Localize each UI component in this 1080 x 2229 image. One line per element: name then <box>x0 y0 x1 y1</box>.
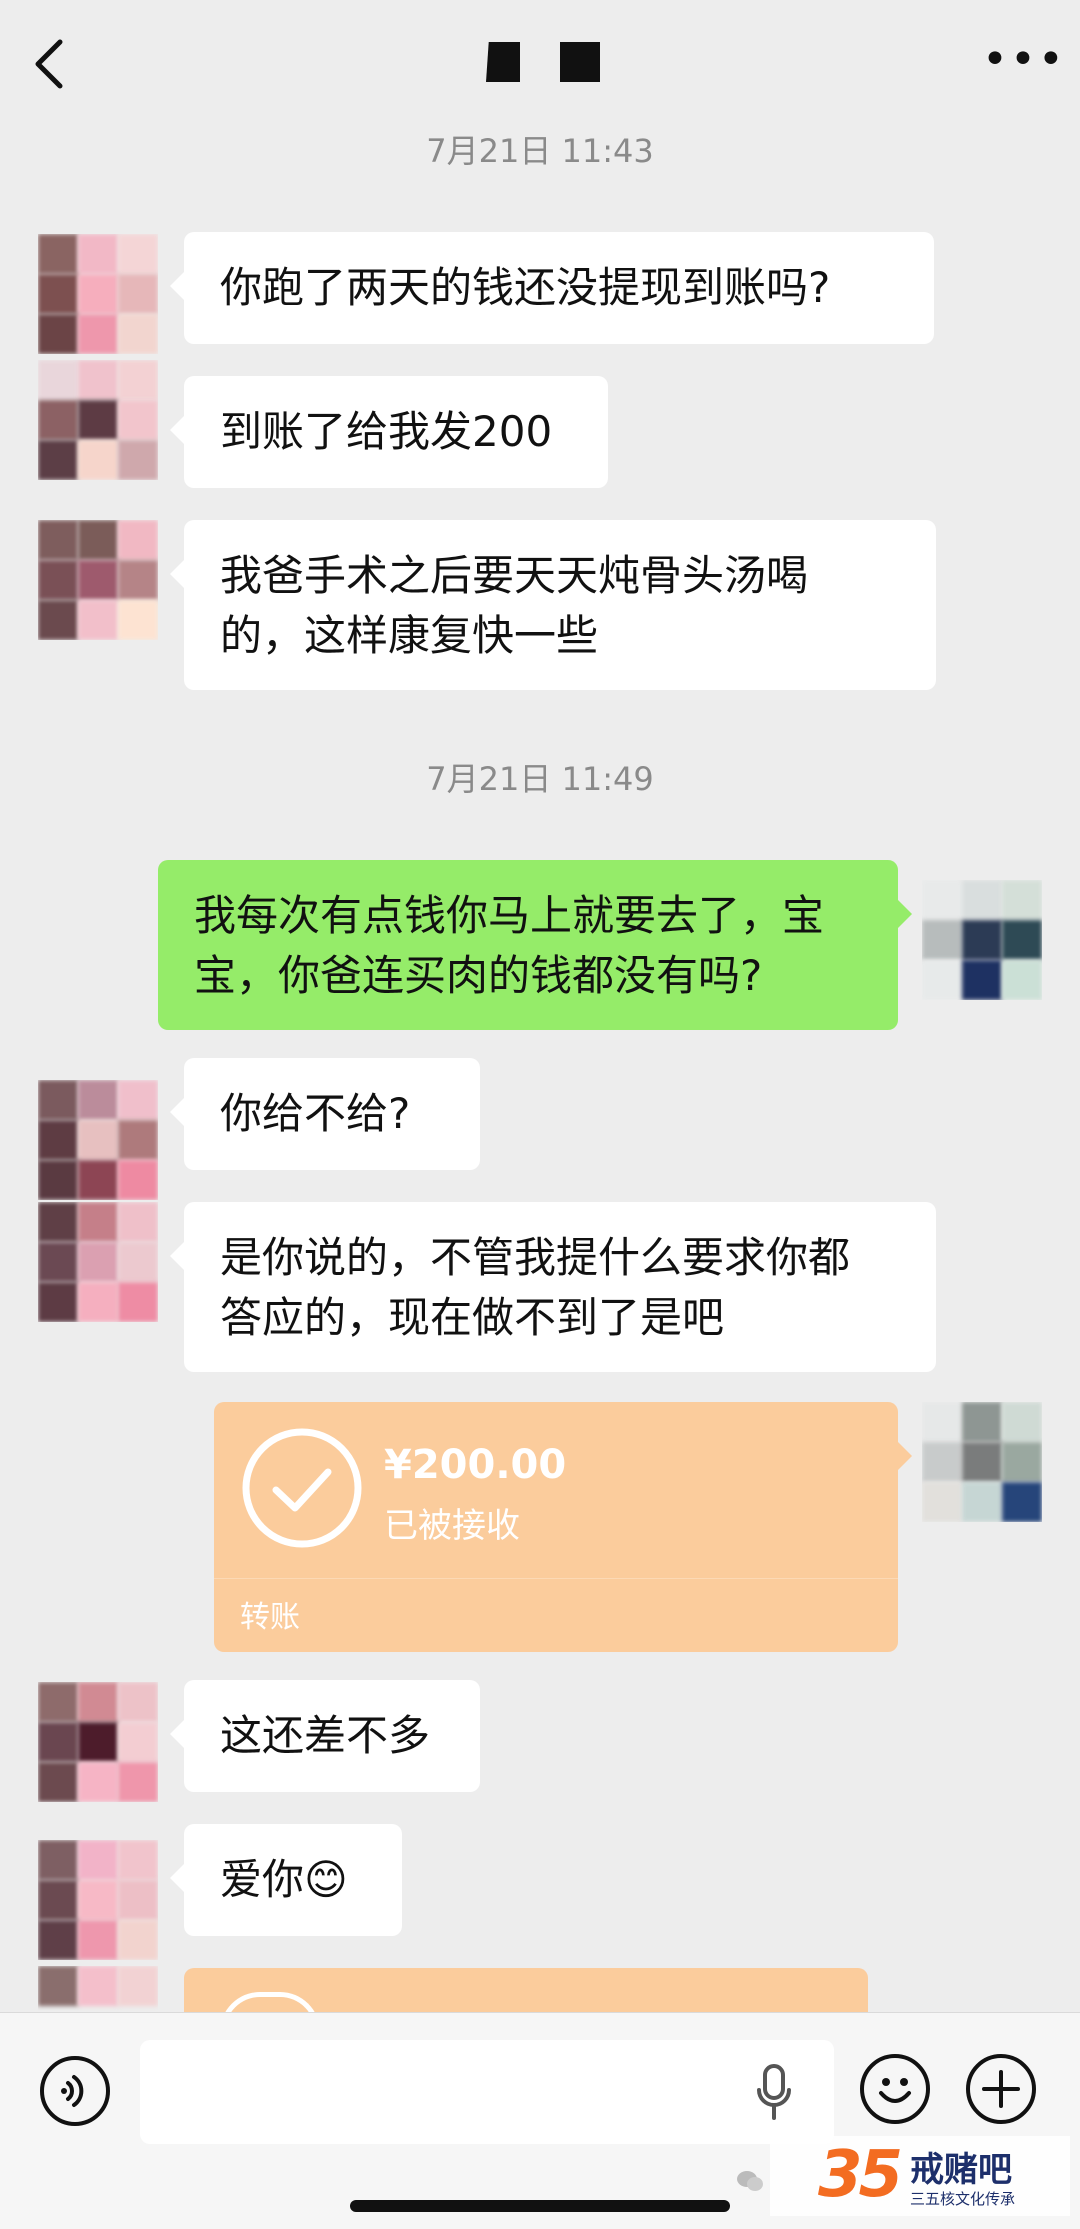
watermark-brand: 戒赌吧 <box>910 2150 1012 2190</box>
received-message[interactable]: 这还差不多 <box>170 1680 480 1792</box>
timestamp: 7月21日 11:43 <box>426 132 654 170</box>
contact-avatar[interactable] <box>38 1966 158 2012</box>
message-text: 你跑了两天的钱还没提现到账吗? <box>220 263 831 312</box>
timestamp: 7月21日 11:49 <box>426 760 654 798</box>
watermark: 35 戒赌吧 三五核文化传承 <box>770 2136 1070 2216</box>
check-icon <box>242 1428 362 1548</box>
voice-icon[interactable] <box>40 2056 110 2126</box>
wechat-icon <box>737 2171 763 2191</box>
contact-avatar[interactable] <box>38 1840 158 1960</box>
contact-avatar[interactable] <box>38 1080 158 1200</box>
received-message[interactable]: 到账了给我发200 <box>170 376 608 488</box>
contact-avatar[interactable] <box>38 234 158 354</box>
chat-title-redaction <box>486 42 520 82</box>
contact-avatar[interactable] <box>38 1682 158 1802</box>
more-icon[interactable]: ••• <box>982 38 1064 82</box>
emoji-icon[interactable] <box>860 2054 930 2124</box>
message-text: 到账了给我发200 <box>220 407 553 456</box>
message-input[interactable] <box>140 2040 834 2144</box>
message-text: 我爸手术之后要天天炖骨头汤喝 <box>220 551 809 600</box>
message-text: 爱你😊 <box>220 1855 348 1904</box>
watermark-subtitle: 三五核文化传承 <box>910 2190 1016 2208</box>
contact-avatar[interactable] <box>38 360 158 480</box>
watermark-logo: 35 <box>818 2138 903 2212</box>
received-message[interactable]: 爱你😊 <box>170 1824 402 1936</box>
message-text: 我每次有点钱你马上就要去了，宝 <box>194 891 825 940</box>
contact-avatar[interactable] <box>38 1202 158 1322</box>
received-message[interactable]: 我爸手术之后要天天炖骨头汤喝 的，这样康复快一些 <box>170 520 936 690</box>
home-indicator[interactable] <box>350 2200 730 2212</box>
received-message[interactable]: 你跑了两天的钱还没提现到账吗? <box>170 232 934 344</box>
divider <box>214 1578 898 1579</box>
microphone-icon[interactable] <box>754 2062 794 2122</box>
transfer-label: 转账 <box>240 1600 300 1635</box>
sent-message[interactable]: 我每次有点钱你马上就要去了，宝 宝，你爸连买肉的钱都没有吗? <box>158 860 912 1030</box>
transfer-card-partial[interactable] <box>184 1968 868 2032</box>
received-message[interactable]: 是你说的，不管我提什么要求你都 答应的，现在做不到了是吧 <box>170 1202 936 1372</box>
back-icon[interactable] <box>30 36 70 92</box>
transfer-card[interactable]: ¥200.00 已被接收 转账 <box>214 1402 912 1652</box>
plus-icon[interactable] <box>966 2054 1036 2124</box>
transfer-amount: ¥200.00 <box>384 1442 567 1488</box>
top-bar: ••• <box>0 0 1080 130</box>
message-text: 是你说的，不管我提什么要求你都 <box>220 1233 851 1282</box>
message-text: 答应的，现在做不到了是吧 <box>220 1293 725 1342</box>
message-text: 这还差不多 <box>220 1711 431 1760</box>
contact-avatar[interactable] <box>38 520 158 640</box>
my-avatar[interactable] <box>922 1402 1042 1522</box>
message-text: 你给不给? <box>220 1089 411 1138</box>
chat-title-redaction <box>560 42 600 82</box>
transfer-status: 已被接收 <box>384 1506 520 1546</box>
message-text: 宝，你爸连买肉的钱都没有吗? <box>194 951 763 1000</box>
message-text: 的，这样康复快一些 <box>220 611 599 660</box>
my-avatar[interactable] <box>922 880 1042 1000</box>
received-message[interactable]: 你给不给? <box>170 1058 480 1170</box>
